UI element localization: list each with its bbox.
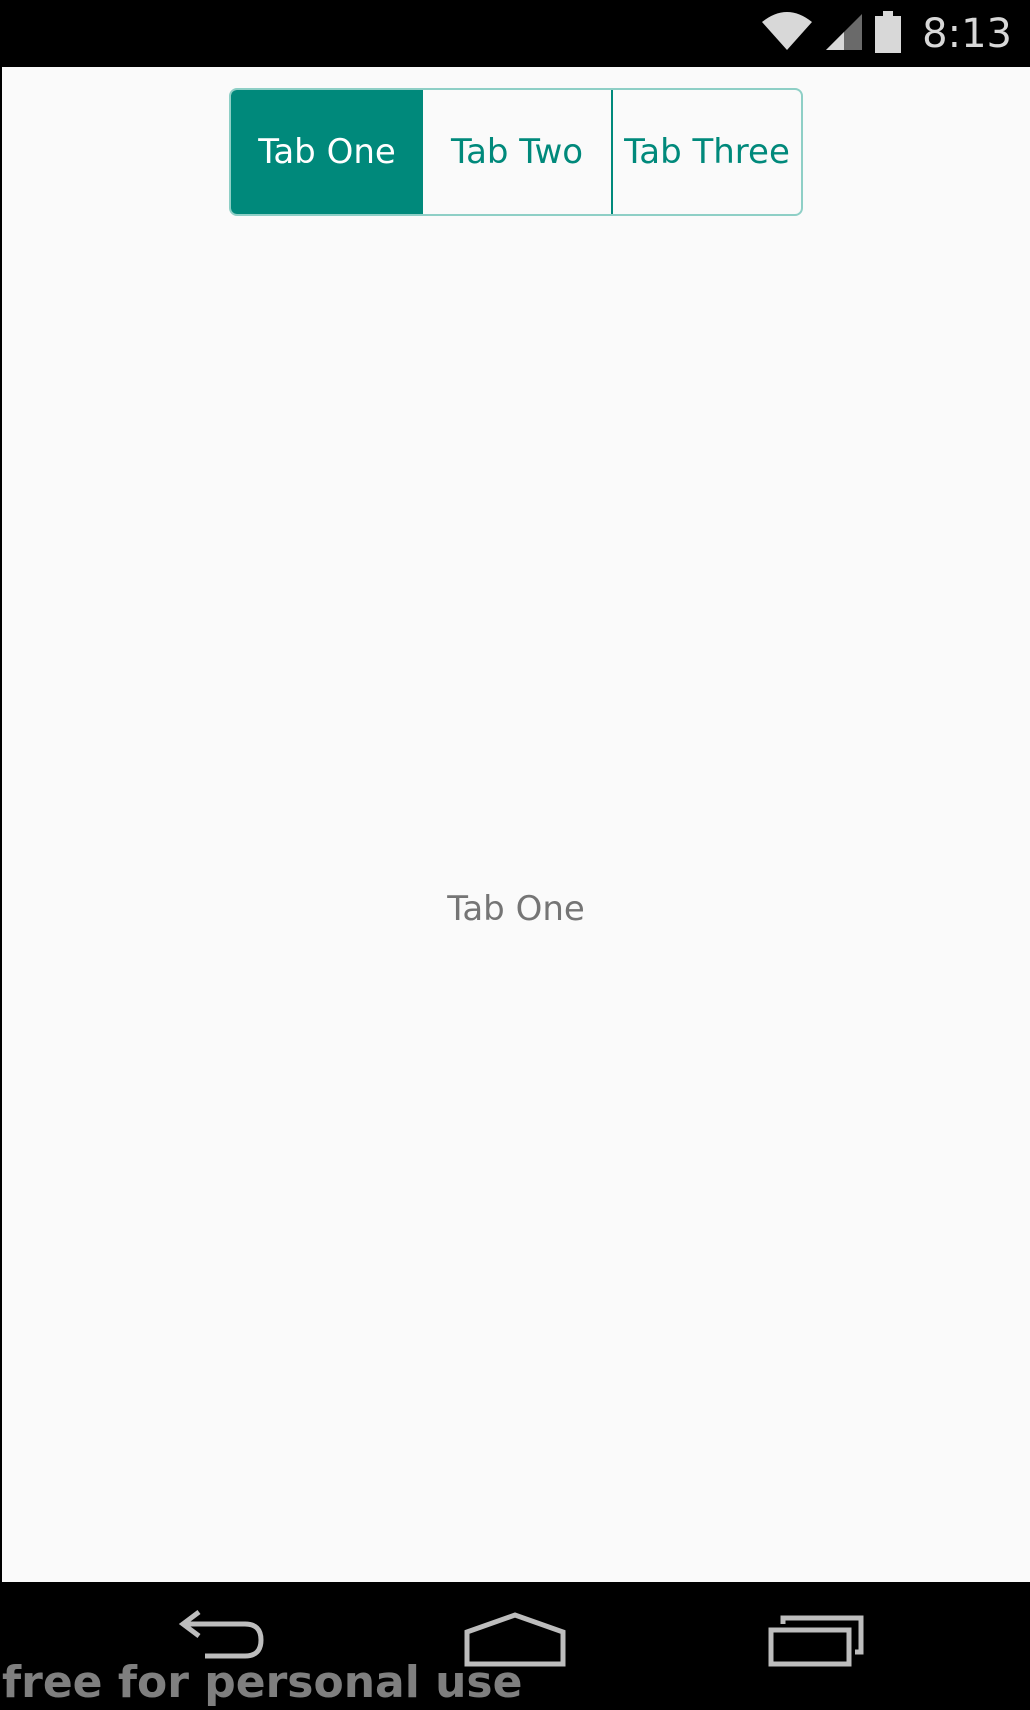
tab-content-label: Tab One — [447, 889, 585, 929]
cell-signal-icon — [824, 12, 864, 56]
tab-three-label: Tab Three — [624, 132, 790, 172]
status-bar: 8:13 — [0, 0, 1030, 67]
wifi-icon — [760, 11, 814, 56]
watermark-text: free for personal use — [2, 1657, 523, 1708]
tab-three[interactable]: Tab Three — [613, 90, 801, 214]
recents-button[interactable] — [757, 1602, 877, 1682]
status-icons: 8:13 — [760, 0, 1012, 67]
battery-icon — [874, 10, 902, 58]
segmented-tab-control: Tab One Tab Two Tab Three — [229, 88, 803, 216]
tab-two[interactable]: Tab Two — [423, 90, 613, 214]
tab-one[interactable]: Tab One — [231, 90, 423, 214]
status-time: 8:13 — [922, 10, 1012, 57]
content-area: Tab One Tab Two Tab Three Tab One — [2, 67, 1030, 1582]
nav-bar: free for personal use — [0, 1582, 1030, 1710]
tab-one-label: Tab One — [258, 132, 396, 172]
screen: 8:13 Tab One Tab Two Tab Three Tab One f… — [0, 0, 1030, 1710]
tab-two-label: Tab Two — [450, 132, 584, 172]
recents-icon — [767, 1612, 867, 1672]
